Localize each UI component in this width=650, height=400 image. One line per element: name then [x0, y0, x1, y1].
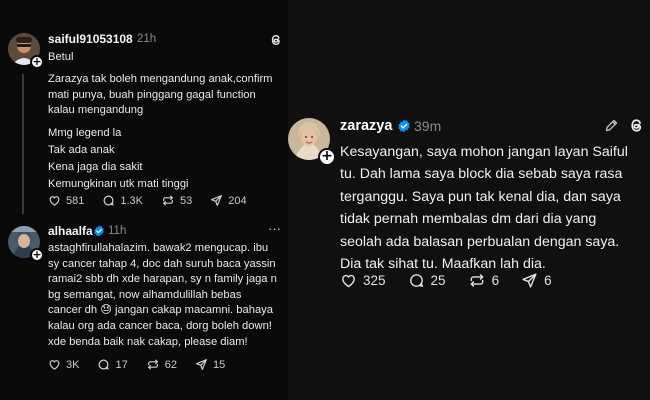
comment-count: 25	[430, 273, 446, 288]
post-line: kalau org ada cancer baca, dorg boleh do…	[48, 319, 272, 332]
repost-icon	[147, 359, 158, 370]
post-line: Mmg legend la	[48, 127, 122, 140]
more-options-icon[interactable]: ···	[268, 221, 281, 236]
post-line: Betul	[48, 51, 74, 63]
share-count: 15	[212, 358, 226, 371]
post-line: tidak pernah membalas dm dari dia yang	[340, 211, 597, 228]
post-line: sy cancer tahap 4, doc dah suruh baca ya…	[48, 257, 276, 270]
post-body: Betul Zarazya tak boleh mengandung anak,…	[48, 50, 273, 192]
repost-icon	[469, 274, 484, 287]
post-line: cancer dh 😓 jangan cakap macamni. bahaya	[48, 304, 273, 317]
repost-button[interactable]: 62	[146, 358, 177, 371]
follow-plus-icon[interactable]: +	[30, 248, 44, 262]
share-button[interactable]: 15	[195, 358, 225, 371]
like-count: 581	[66, 194, 85, 207]
heart-icon	[49, 360, 60, 370]
share-count: 204	[228, 194, 247, 207]
post-line: seolah ada balasan perbualan dengan saya…	[340, 233, 620, 250]
like-button[interactable]: 581	[48, 194, 84, 207]
comment-button[interactable]: 25	[408, 272, 446, 289]
comment-icon	[99, 359, 110, 370]
threads-logo-icon[interactable]	[628, 117, 645, 134]
post-line: xde benda baik nak cakap, please diam!	[48, 335, 248, 348]
repost-icon	[162, 195, 174, 206]
post-line: Kesayangan, saya mohon jangan layan Saif…	[340, 144, 628, 160]
post-line	[48, 119, 273, 126]
post-line: terganggu. Saya pun tak kenal dia, dan s…	[340, 188, 621, 205]
repost-count: 62	[164, 358, 177, 371]
post-body: Kesayangan, saya mohon jangan layan Saif…	[340, 141, 645, 275]
avatar-zarazya[interactable]: +	[288, 118, 336, 166]
username[interactable]: zarazya	[340, 118, 392, 134]
like-count: 325	[363, 273, 386, 288]
like-button[interactable]: 3K	[48, 358, 79, 371]
comment-icon	[409, 274, 423, 288]
post-alhaalfa: + alhaalfa 11h ··· astaghfirullahalazim.…	[0, 220, 288, 400]
post-line: ramai2 sbb dh xde harapan, sy n family j…	[48, 273, 277, 286]
post-line: mati punya, buah pinggang gagal function	[48, 88, 256, 101]
comment-count: 1.3K	[120, 194, 143, 207]
post-line: kalau mengandung	[48, 104, 144, 117]
heart-icon	[49, 196, 60, 206]
follow-plus-icon[interactable]: +	[30, 55, 44, 69]
like-button[interactable]: 325	[340, 272, 386, 289]
thread-connector-line	[22, 74, 24, 214]
share-button[interactable]: 6	[521, 272, 552, 289]
post-actions: 581 1.3K 53 204	[48, 194, 265, 207]
username[interactable]: alhaalfa	[48, 224, 93, 238]
post-line: bg semangat, now alhamdulillah bebas	[48, 288, 242, 301]
share-count: 6	[544, 273, 552, 288]
avatar-saiful[interactable]: +	[8, 33, 44, 69]
heart-icon	[342, 274, 355, 288]
post-actions: 3K 17 62 15	[48, 358, 243, 371]
verified-icon	[398, 119, 410, 133]
verified-icon	[94, 225, 104, 237]
threads-logo-icon[interactable]	[269, 33, 283, 47]
post-actions: 325 25 6 6	[340, 272, 574, 289]
repost-count: 53	[180, 194, 193, 207]
comment-count: 17	[115, 358, 128, 371]
repost-button[interactable]: 6	[468, 272, 500, 289]
follow-plus-icon[interactable]: +	[318, 148, 336, 166]
post-time: 11h	[108, 225, 127, 237]
repost-count: 6	[491, 273, 500, 288]
post-time: 21h	[137, 33, 157, 45]
avatar-alhaalfa[interactable]: +	[8, 226, 44, 262]
username[interactable]: saiful91053108	[48, 32, 133, 46]
right-post-panel: + zarazya 39m Kesayangan, saya mohon jan…	[288, 0, 650, 400]
post-line: Tak ada anak	[48, 143, 115, 156]
share-button[interactable]: 204	[210, 194, 247, 207]
repost-button[interactable]: 53	[161, 194, 192, 207]
share-icon	[522, 273, 537, 288]
post-line: tu. Dah lama saya block dia sebab saya r…	[340, 166, 623, 183]
comment-button[interactable]: 1.3K	[102, 194, 143, 207]
post-line: Kemungkinan utk mati tinggi	[48, 177, 189, 190]
post-body: astaghfirullahalazim. bawak2 mengucap. i…	[48, 241, 277, 350]
comment-button[interactable]: 17	[97, 358, 128, 371]
post-line: astaghfirullahalazim. bawak2 mengucap. i…	[48, 242, 269, 254]
post-line: Zarazya tak boleh mengandung anak,confir…	[48, 72, 273, 85]
like-count: 3K	[66, 358, 80, 371]
comment-icon	[103, 195, 115, 206]
share-icon	[195, 359, 207, 370]
post-line: Kena jaga dia sakit	[48, 160, 143, 173]
post-time: 39m	[414, 118, 442, 134]
share-icon	[211, 195, 223, 206]
edit-icon[interactable]	[604, 118, 619, 133]
left-thread-panel: + saiful91053108 21h Betul Zarazya tak b…	[0, 0, 288, 400]
post-saiful: + saiful91053108 21h Betul Zarazya tak b…	[0, 0, 288, 220]
